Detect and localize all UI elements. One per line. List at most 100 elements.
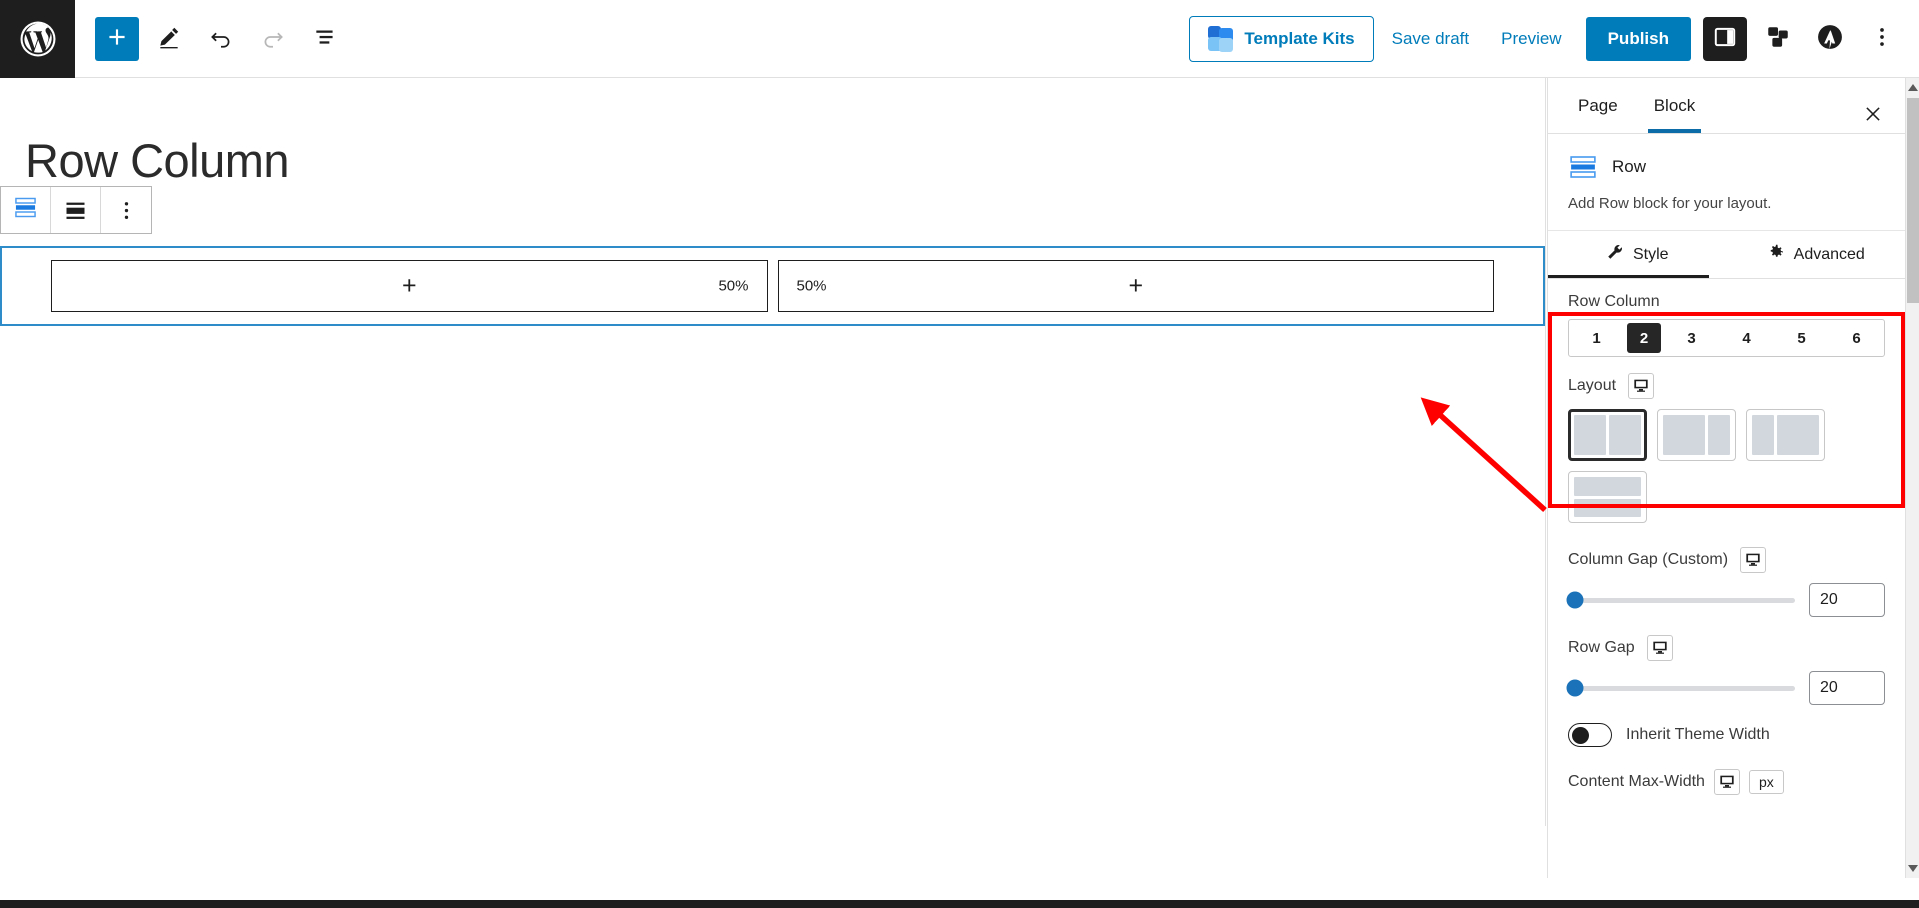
top-bar-left-tools [75, 17, 347, 61]
template-kits-squares-icon [1208, 26, 1234, 52]
top-bar-right-tools: Template Kits Save draft Preview Publish [1189, 16, 1919, 62]
page-title[interactable]: Row Column [25, 133, 289, 188]
layout-segment [1708, 415, 1730, 455]
row-column-option-6[interactable]: 6 [1829, 320, 1884, 356]
tab-style[interactable]: Style [1548, 231, 1727, 278]
content-max-width-row: Content Max-Width px [1548, 747, 1905, 795]
layout-option-narrow-wide-columns[interactable] [1746, 409, 1825, 461]
tab-block[interactable]: Block [1636, 79, 1714, 133]
publish-button[interactable]: Publish [1586, 17, 1691, 61]
edit-mode-button[interactable] [147, 17, 191, 61]
row-gap-input[interactable] [1809, 671, 1885, 705]
plus-icon[interactable]: + [402, 274, 417, 299]
block-toolbar [0, 186, 152, 234]
layout-segment [1777, 415, 1819, 455]
desktop-monitor-icon [1652, 639, 1668, 658]
row-block-icon [1568, 152, 1598, 182]
wordpress-logo-icon[interactable] [0, 0, 75, 78]
tab-style-label: Style [1633, 246, 1669, 264]
save-draft-button[interactable]: Save draft [1378, 19, 1484, 59]
row-gap-group: Row Gap [1548, 617, 1905, 705]
column-block-2[interactable]: + 50% [778, 260, 1495, 312]
preview-button[interactable]: Preview [1487, 19, 1575, 59]
gear-icon [1767, 243, 1785, 266]
layout-option-two-equal-columns[interactable] [1568, 409, 1647, 461]
row-gap-slider-knob[interactable] [1566, 680, 1583, 697]
block-title: Row [1612, 157, 1646, 177]
block-type-row-button[interactable] [1, 187, 51, 233]
row-column-group: Row Column 1 2 3 4 5 6 [1548, 279, 1905, 357]
row-column-selector[interactable]: 1 2 3 4 5 6 [1568, 319, 1885, 357]
desktop-monitor-icon [1719, 773, 1735, 792]
row-block-selected[interactable]: + 50% + 50% [0, 246, 1545, 326]
inherit-theme-width-row: Inherit Theme Width [1548, 705, 1905, 747]
wrench-icon [1606, 243, 1624, 266]
row-column-option-5[interactable]: 5 [1774, 320, 1829, 356]
editor-canvas: Row Column [0, 78, 1546, 826]
inherit-theme-width-toggle[interactable] [1568, 723, 1612, 747]
settings-sidebar-toggle[interactable] [1703, 17, 1747, 61]
row-column-option-4[interactable]: 4 [1719, 320, 1774, 356]
layout-device-toggle[interactable] [1628, 373, 1654, 399]
layout-segment [1574, 477, 1641, 496]
row-gap-device-toggle[interactable] [1647, 635, 1673, 661]
tab-page[interactable]: Page [1560, 79, 1636, 133]
template-kits-button[interactable]: Template Kits [1189, 16, 1373, 62]
inherit-theme-width-label: Inherit Theme Width [1626, 726, 1770, 744]
sidebar-scrollbar[interactable] [1905, 78, 1919, 878]
add-block-button[interactable] [95, 17, 139, 61]
caret-up-icon[interactable] [1908, 84, 1918, 91]
block-align-button[interactable] [51, 187, 101, 233]
block-settings-sidebar: Page Block Row Add Row block for [1547, 78, 1905, 878]
content-max-width-device-toggle[interactable] [1714, 769, 1740, 795]
tab-advanced[interactable]: Advanced [1727, 231, 1906, 278]
more-options-button[interactable] [1861, 17, 1903, 61]
column-gap-label: Column Gap (Custom) [1568, 551, 1728, 569]
document-overview-button[interactable] [303, 17, 347, 61]
layout-option-two-stacked-rows[interactable] [1568, 471, 1647, 523]
toggle-knob [1572, 727, 1589, 744]
row-gap-control-row [1568, 671, 1885, 705]
content-max-width-label: Content Max-Width [1568, 773, 1705, 791]
row-gap-header: Row Gap [1568, 635, 1885, 661]
content-max-width-unit-px[interactable]: px [1749, 770, 1784, 794]
undo-button[interactable] [199, 17, 243, 61]
browser-bottom-bar [0, 900, 1919, 908]
block-patterns-button[interactable] [1757, 17, 1799, 61]
layout-options [1568, 409, 1885, 523]
plus-icon[interactable]: + [1128, 274, 1143, 299]
block-more-options-button[interactable] [101, 187, 151, 233]
plus-icon [104, 24, 130, 53]
row-column-option-1[interactable]: 1 [1569, 320, 1624, 356]
astra-options-button[interactable] [1809, 17, 1851, 61]
caret-down-icon[interactable] [1908, 865, 1918, 872]
column-gap-slider-knob[interactable] [1566, 592, 1583, 609]
layout-segment [1609, 415, 1641, 455]
layout-label: Layout [1568, 377, 1616, 395]
layout-option-wide-narrow-columns[interactable] [1657, 409, 1736, 461]
close-x-icon [1863, 104, 1883, 127]
layout-segment [1663, 415, 1705, 455]
template-kits-label: Template Kits [1244, 29, 1354, 49]
vertical-ellipsis-icon [1869, 24, 1895, 53]
align-block-icon [62, 197, 89, 224]
layout-header: Layout [1568, 373, 1885, 399]
column-gap-slider[interactable] [1568, 598, 1795, 603]
undo-arrow-icon [208, 24, 234, 53]
column-gap-device-toggle[interactable] [1740, 547, 1766, 573]
close-sidebar-button[interactable] [1855, 97, 1891, 133]
vertical-ellipsis-icon [113, 197, 140, 224]
column-gap-control-row [1568, 583, 1885, 617]
tab-advanced-label: Advanced [1794, 246, 1865, 264]
sidebar-tab-bar: Page Block [1548, 78, 1905, 134]
row-gap-slider[interactable] [1568, 686, 1795, 691]
row-column-option-3[interactable]: 3 [1664, 320, 1719, 356]
row-gap-label: Row Gap [1568, 639, 1635, 657]
column-gap-input[interactable] [1809, 583, 1885, 617]
redo-arrow-icon [260, 24, 286, 53]
column-block-1[interactable]: + 50% [51, 260, 768, 312]
pencil-edit-icon [156, 24, 182, 53]
scrollbar-thumb[interactable] [1907, 98, 1919, 303]
row-column-option-2[interactable]: 2 [1627, 323, 1661, 353]
redo-button[interactable] [251, 17, 295, 61]
